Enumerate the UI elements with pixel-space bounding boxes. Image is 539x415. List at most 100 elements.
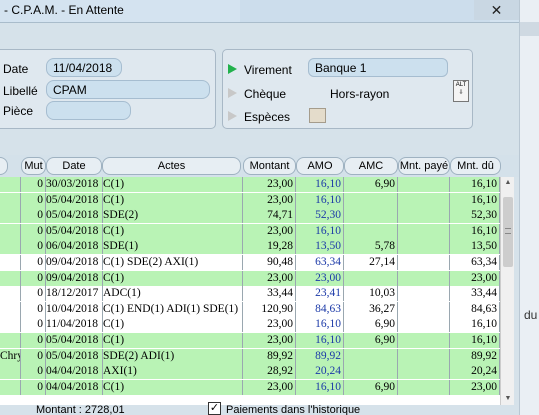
cell-first — [0, 177, 21, 192]
cell-paye — [398, 286, 450, 302]
cell-first — [0, 301, 21, 317]
table-row[interactable]: 0 05/04/2018 SDE(2) 74,71 52,30 52,30 — [0, 208, 500, 224]
table-row[interactable]: 0 09/04/2018 C(1) 23,00 23,00 23,00 — [0, 270, 500, 286]
cell-du: 16,10 — [450, 192, 500, 208]
col-mut[interactable]: Mut — [21, 157, 46, 175]
table-row[interactable]: 0 09/04/2018 C(1) SDE(2) AXI(1) 90,48 63,34 2… — [0, 255, 500, 270]
cell-date: 05/04/2018 — [46, 192, 103, 208]
cell-du: 16,10 — [450, 333, 500, 348]
cheque-radio-icon[interactable] — [228, 88, 237, 98]
background-window-edge: du — [519, 0, 539, 415]
cell-actes: AXI(1) — [103, 364, 243, 380]
table-row[interactable]: 0 05/04/2018 C(1) 23,00 16,10 16,10 — [0, 223, 500, 239]
cell-first — [0, 317, 21, 333]
col-amo[interactable]: AMO — [296, 157, 344, 175]
close-button[interactable]: ✕ — [474, 0, 519, 20]
cell-first — [0, 239, 21, 255]
historique-checkbox[interactable]: ✓ — [208, 402, 221, 415]
alt-button[interactable]: ALT ⇩ — [453, 80, 469, 102]
virement-radio-icon[interactable] — [228, 64, 237, 74]
col-actes[interactable]: Actes — [102, 157, 241, 175]
cell-amc: 6,90 — [344, 333, 398, 348]
cell-mut: 0 — [21, 208, 46, 224]
cell-mut: 0 — [21, 192, 46, 208]
piece-field[interactable] — [46, 101, 131, 120]
cell-du: 52,30 — [450, 208, 500, 224]
cell-date: 05/04/2018 — [46, 223, 103, 239]
cell-actes: ADC(1) — [103, 286, 243, 302]
date-field[interactable]: 11/04/2018 — [46, 58, 122, 77]
acts-table: Mut Date Actes Montant AMO AMC Mnt. payé… — [0, 155, 519, 407]
cell-amo: 16,10 — [296, 333, 344, 348]
table-row[interactable]: 0 05/04/2018 C(1) 23,00 16,10 16,10 — [0, 192, 500, 208]
scroll-down-icon[interactable]: ▼ — [504, 395, 512, 403]
cell-date: 05/04/2018 — [46, 333, 103, 348]
table-row[interactable]: 0 06/04/2018 SDE(1) 19,28 13,50 5,78 13,50 — [0, 239, 500, 255]
cell-actes: SDE(2) — [103, 208, 243, 224]
bank-select[interactable]: Banque 1 — [308, 58, 448, 77]
table-row[interactable]: 0 30/03/2018 C(1) 23,00 16,10 6,90 16,10 — [0, 177, 500, 192]
cell-date: 06/04/2018 — [46, 239, 103, 255]
table-row[interactable]: 0 04/04/2018 AXI(1) 28,92 20,24 20,24 — [0, 364, 500, 380]
cell-paye — [398, 239, 450, 255]
table-row[interactable]: Chry 0 05/04/2018 SDE(2) ADI(1) 89,92 89,92 89… — [0, 348, 500, 364]
window-title: - C.P.A.M. - En Attente — [4, 3, 124, 17]
cell-date: 04/04/2018 — [46, 379, 103, 395]
cell-first — [0, 223, 21, 239]
cell-amc: 36,27 — [344, 301, 398, 317]
cell-amo: 52,30 — [296, 208, 344, 224]
col-mnt-paye[interactable]: Mnt. payé — [398, 157, 450, 175]
payment-window: - C.P.A.M. - En Attente ✕ Date 11/04/201… — [0, 0, 539, 415]
cell-amo: 23,41 — [296, 286, 344, 302]
libelle-field[interactable]: CPAM — [46, 80, 210, 99]
cell-du: 84,63 — [450, 301, 500, 317]
table-row[interactable]: 0 11/04/2018 C(1) 23,00 16,10 6,90 16,10 — [0, 317, 500, 333]
cell-mut: 0 — [21, 270, 46, 286]
main-area: Date 11/04/2018 Libellé CPAM Pièce Virem… — [0, 22, 519, 415]
cell-actes: C(1) — [103, 177, 243, 192]
cell-du: 20,24 — [450, 364, 500, 380]
table-row[interactable]: 0 10/04/2018 C(1) END(1) ADI(1) SDE(1) 120,… — [0, 301, 500, 317]
virement-label[interactable]: Virement — [244, 63, 292, 77]
cell-paye — [398, 192, 450, 208]
especes-radio-icon[interactable] — [228, 111, 237, 121]
cell-amo: 16,10 — [296, 177, 344, 192]
cell-mut: 0 — [21, 333, 46, 348]
vertical-scrollbar[interactable]: ▲ ▼ — [500, 177, 514, 405]
cell-date: 11/04/2018 — [46, 317, 103, 333]
cell-amo: 16,10 — [296, 379, 344, 395]
cell-paye — [398, 333, 450, 348]
edge-block — [520, 22, 539, 36]
scroll-thumb[interactable] — [503, 197, 513, 267]
cell-du: 13,50 — [450, 239, 500, 255]
cell-date: 10/04/2018 — [46, 301, 103, 317]
table-row[interactable]: 0 04/04/2018 C(1) 23,00 16,10 6,90 23,00 — [0, 379, 500, 395]
scroll-up-icon[interactable]: ▲ — [504, 179, 512, 187]
cell-montant: 74,71 — [243, 208, 296, 224]
col-hidden[interactable] — [0, 157, 8, 175]
cell-amc — [344, 223, 398, 239]
cell-montant: 33,44 — [243, 286, 296, 302]
col-montant[interactable]: Montant — [243, 157, 296, 175]
col-date[interactable]: Date — [46, 157, 102, 175]
table-row[interactable]: 0 18/12/2017 ADC(1) 33,44 23,41 10,03 33,44 — [0, 286, 500, 302]
col-amc[interactable]: AMC — [344, 157, 398, 175]
cell-montant: 23,00 — [243, 177, 296, 192]
horsrayon-checkbox[interactable] — [309, 108, 326, 123]
cell-mut: 0 — [21, 239, 46, 255]
cell-amc — [344, 208, 398, 224]
cell-montant: 23,00 — [243, 192, 296, 208]
cell-amo: 16,10 — [296, 317, 344, 333]
cell-first — [0, 192, 21, 208]
cell-du: 16,10 — [450, 317, 500, 333]
table-row[interactable]: 0 05/04/2018 C(1) 23,00 16,10 6,90 16,10 — [0, 333, 500, 348]
cell-paye — [398, 348, 450, 364]
cell-mut: 0 — [21, 177, 46, 192]
especes-label[interactable]: Espèces — [244, 110, 290, 124]
col-mnt-du[interactable]: Mnt. dû — [450, 157, 501, 175]
cell-du: 16,10 — [450, 177, 500, 192]
cheque-label[interactable]: Chèque — [244, 87, 286, 101]
cell-amo: 16,10 — [296, 192, 344, 208]
cell-mut: 0 — [21, 379, 46, 395]
check-icon: ✓ — [209, 402, 220, 414]
